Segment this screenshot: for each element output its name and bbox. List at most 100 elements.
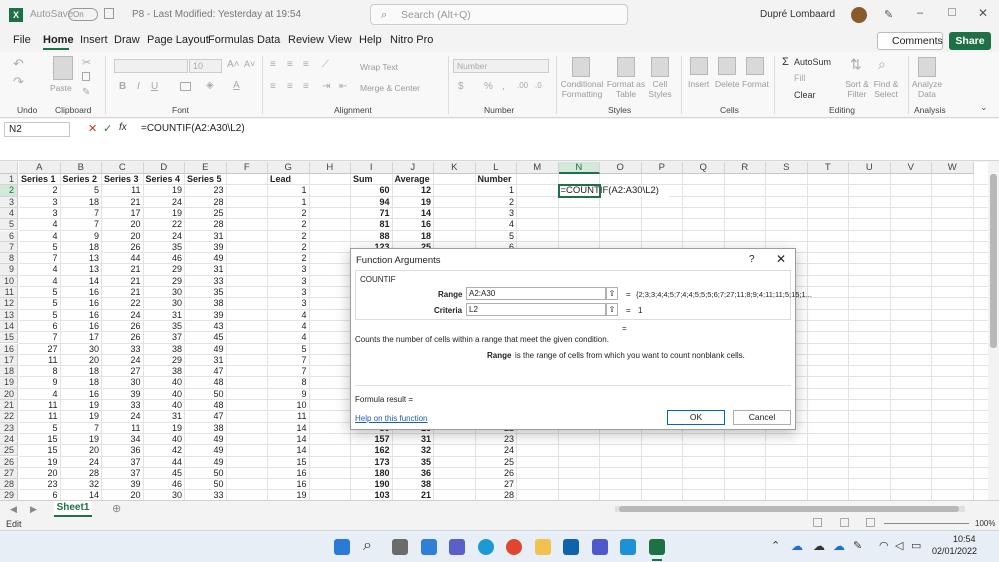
help-link[interactable]: Help on this function xyxy=(355,414,428,423)
autosave-toggle[interactable]: On xyxy=(68,8,98,21)
cell-j6[interactable]: 18 xyxy=(393,231,434,242)
cell-e6[interactable]: 31 xyxy=(185,231,226,242)
row-header-28[interactable]: 28 xyxy=(0,479,18,491)
cell-g29[interactable]: 19 xyxy=(268,490,309,500)
comma-icon[interactable]: , xyxy=(502,81,505,92)
column-header-b[interactable]: B xyxy=(60,162,102,174)
font-color-icon[interactable]: A xyxy=(233,80,240,91)
column-header-m[interactable]: M xyxy=(517,162,559,174)
row-header-10[interactable]: 10 xyxy=(0,275,18,287)
cell-b19[interactable]: 18 xyxy=(61,377,102,388)
save-icon[interactable] xyxy=(104,8,114,19)
insert-cells-button[interactable]: Insert xyxy=(688,79,709,89)
cell-l6[interactable]: 5 xyxy=(476,231,517,242)
cell-l5[interactable]: 4 xyxy=(476,219,517,230)
dialog-close-icon[interactable]: ✕ xyxy=(776,252,786,266)
column-header-u[interactable]: U xyxy=(849,162,891,174)
cell-g11[interactable]: 3 xyxy=(268,287,309,298)
cell-a18[interactable]: 8 xyxy=(19,366,60,377)
fill-color-icon[interactable]: ◈ xyxy=(206,80,214,91)
teams-icon[interactable] xyxy=(592,539,608,555)
cell-d28[interactable]: 46 xyxy=(144,479,185,490)
cell-d8[interactable]: 46 xyxy=(144,253,185,264)
align-left-icon[interactable]: ≡ xyxy=(270,81,276,92)
cell-i4[interactable]: 71 xyxy=(351,208,392,219)
cell-j5[interactable]: 16 xyxy=(393,219,434,230)
cell-c25[interactable]: 36 xyxy=(102,445,143,456)
cell-e5[interactable]: 28 xyxy=(185,219,226,230)
cell-j4[interactable]: 14 xyxy=(393,208,434,219)
autosum-icon[interactable]: Σ xyxy=(782,56,789,68)
row-header-9[interactable]: 9 xyxy=(0,264,18,276)
cell-a14[interactable]: 6 xyxy=(19,321,60,332)
row-header-13[interactable]: 13 xyxy=(0,309,18,321)
menu-file[interactable]: File xyxy=(13,34,31,46)
cell-i25[interactable]: 162 xyxy=(351,445,392,456)
page-layout-view-icon[interactable] xyxy=(840,518,849,527)
cell-j27[interactable]: 36 xyxy=(393,468,434,479)
row-header-2[interactable]: 2 xyxy=(0,185,18,197)
cell-g21[interactable]: 10 xyxy=(268,400,309,411)
volume-icon[interactable]: ◁ xyxy=(895,539,903,552)
cell-a24[interactable]: 15 xyxy=(19,434,60,445)
cell-a6[interactable]: 4 xyxy=(19,231,60,242)
taskbar-search-icon[interactable]: ⌕ xyxy=(363,537,372,555)
cell-b4[interactable]: 7 xyxy=(61,208,102,219)
cell-c18[interactable]: 27 xyxy=(102,366,143,377)
cell-g25[interactable]: 14 xyxy=(268,445,309,456)
insert-function-icon[interactable]: fx xyxy=(119,122,127,133)
cell-e19[interactable]: 48 xyxy=(185,377,226,388)
cell-d17[interactable]: 29 xyxy=(144,355,185,366)
column-header-j[interactable]: J xyxy=(392,162,434,174)
menu-nitro-pro[interactable]: Nitro Pro xyxy=(390,34,433,46)
cell-c14[interactable]: 26 xyxy=(102,321,143,332)
cell-j2[interactable]: 12 xyxy=(393,185,434,196)
row-header-25[interactable]: 25 xyxy=(0,445,18,457)
cell-b23[interactable]: 7 xyxy=(61,423,102,434)
widgets-icon[interactable] xyxy=(421,539,437,555)
cell-e7[interactable]: 39 xyxy=(185,242,226,253)
column-header-h[interactable]: H xyxy=(309,162,351,174)
row-header-14[interactable]: 14 xyxy=(0,320,18,333)
cell-l1[interactable]: Number xyxy=(476,174,517,185)
criteria-input[interactable]: L2 xyxy=(466,303,606,316)
cell-g12[interactable]: 3 xyxy=(268,298,309,309)
cell-i3[interactable]: 94 xyxy=(351,197,392,208)
cell-b5[interactable]: 7 xyxy=(61,219,102,230)
criteria-collapse-icon[interactable]: ⇧ xyxy=(606,303,618,316)
align-bottom-icon[interactable]: ≡ xyxy=(303,59,309,70)
cell-e29[interactable]: 33 xyxy=(185,490,226,500)
cell-d19[interactable]: 40 xyxy=(144,377,185,388)
cell-c26[interactable]: 37 xyxy=(102,457,143,468)
cell-b2[interactable]: 5 xyxy=(61,185,102,196)
cancel-button[interactable]: Cancel xyxy=(733,410,791,425)
vertical-scrollbar[interactable] xyxy=(988,162,999,500)
menu-data[interactable]: Data xyxy=(257,34,280,46)
cell-a3[interactable]: 3 xyxy=(19,197,60,208)
menu-draw[interactable]: Draw xyxy=(114,34,140,46)
cloud2-icon[interactable]: ☁ xyxy=(833,539,845,553)
cell-c9[interactable]: 21 xyxy=(102,264,143,275)
cell-b9[interactable]: 13 xyxy=(61,264,102,275)
cell-b17[interactable]: 20 xyxy=(61,355,102,366)
cell-g10[interactable]: 3 xyxy=(268,276,309,287)
cell-c12[interactable]: 22 xyxy=(102,298,143,309)
cell-g19[interactable]: 8 xyxy=(268,377,309,388)
row-header-20[interactable]: 20 xyxy=(0,388,18,400)
cut-icon[interactable]: ✂ xyxy=(82,56,91,69)
row-header-23[interactable]: 23 xyxy=(0,422,18,434)
cell-l25[interactable]: 24 xyxy=(476,445,517,456)
cell-a13[interactable]: 5 xyxy=(19,310,60,321)
cell-a28[interactable]: 23 xyxy=(19,479,60,490)
cell-d1[interactable]: Series 4 xyxy=(144,174,185,185)
cell-i27[interactable]: 180 xyxy=(351,468,392,479)
cell-e9[interactable]: 31 xyxy=(185,264,226,275)
page-break-view-icon[interactable] xyxy=(866,518,875,527)
chat-icon[interactable] xyxy=(449,539,465,555)
taskbar-excel-icon[interactable] xyxy=(649,539,665,555)
cell-a16[interactable]: 27 xyxy=(19,344,60,355)
cell-g4[interactable]: 2 xyxy=(268,208,309,219)
conditional-formatting-button[interactable]: Conditional Formatting xyxy=(560,79,604,99)
cell-d23[interactable]: 19 xyxy=(144,423,185,434)
cell-d24[interactable]: 40 xyxy=(144,434,185,445)
